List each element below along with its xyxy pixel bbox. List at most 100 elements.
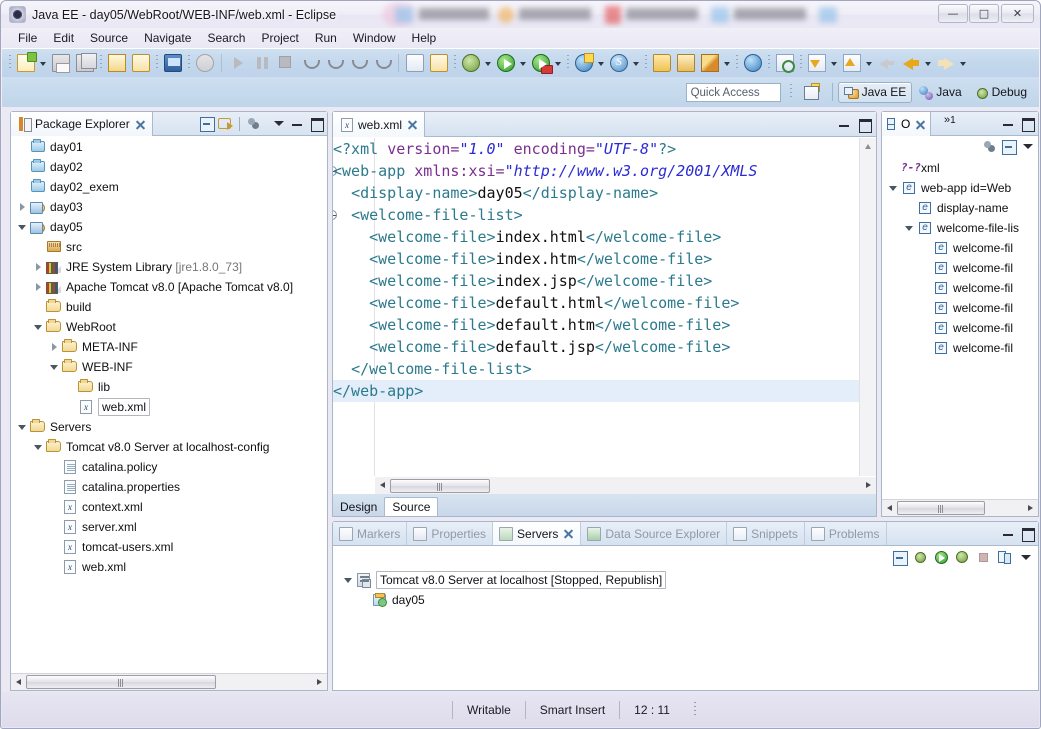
tree-row[interactable]: ?-? xml xyxy=(882,158,1038,178)
run-on-server-dropdown[interactable] xyxy=(553,52,564,74)
minimize-button[interactable]: — xyxy=(938,4,968,23)
scroll-left-icon[interactable] xyxy=(11,675,26,690)
open-task-button[interactable] xyxy=(404,52,426,74)
code-line[interactable]: 8 <welcome-file>default.html</welcome-fi… xyxy=(333,292,876,314)
code-line[interactable]: 2<web-app xmlns:xsi="http://www.w3.org/2… xyxy=(333,160,876,182)
toolbar-drag-handle-3[interactable] xyxy=(156,55,158,71)
back-button[interactable] xyxy=(900,52,922,74)
code-line[interactable]: 12</web-app> xyxy=(333,380,876,402)
maximize-icon[interactable] xyxy=(308,115,325,132)
tree-row[interactable]: Servers xyxy=(11,417,327,437)
code-line[interactable]: 9 <welcome-file>default.htm</welcome-fil… xyxy=(333,314,876,336)
perspective-debug[interactable]: Debug xyxy=(968,82,1033,103)
chevron-right-icon[interactable] xyxy=(33,262,44,273)
suspend-button[interactable] xyxy=(251,52,273,74)
open-type-button[interactable] xyxy=(651,52,673,74)
hscroll-thumb[interactable] xyxy=(26,675,216,689)
step-return-button[interactable] xyxy=(371,52,393,74)
tree-row[interactable]: web-app id=Web xyxy=(882,178,1038,198)
validate-button[interactable] xyxy=(130,52,152,74)
toolbar-drag-handle-7[interactable] xyxy=(645,55,647,71)
step-over-button[interactable] xyxy=(347,52,369,74)
toolbar-drag-handle-9[interactable] xyxy=(768,55,770,71)
menu-run[interactable]: Run xyxy=(307,29,345,47)
collapse-all-icon[interactable] xyxy=(891,549,908,566)
scroll-left-icon[interactable] xyxy=(882,501,897,516)
editor-code[interactable]: 1<?xml version="1.0" encoding="UTF-8"?>2… xyxy=(333,138,876,402)
view-menu-icon[interactable] xyxy=(1019,138,1036,155)
new-wizard-dropdown[interactable] xyxy=(38,52,49,74)
debug-server-icon[interactable] xyxy=(912,549,929,566)
tree-row[interactable]: web.xml xyxy=(11,397,327,417)
new-task-button[interactable] xyxy=(428,52,450,74)
hscroll-thumb[interactable] xyxy=(390,478,490,493)
tree-row[interactable]: welcome-fil xyxy=(882,298,1038,318)
chevron-down-icon[interactable] xyxy=(17,222,28,233)
minimize-icon[interactable] xyxy=(289,115,306,132)
start-server-icon[interactable] xyxy=(933,549,950,566)
tab-design[interactable]: Design xyxy=(333,498,384,516)
close-icon[interactable] xyxy=(135,119,146,130)
code-line[interactable]: 4 <welcome-file-list> xyxy=(333,204,876,226)
tree-row[interactable]: JRE System Library [jre1.8.0_73] xyxy=(11,257,327,277)
view-menu-icon[interactable] xyxy=(1017,549,1034,566)
hscroll-thumb[interactable] xyxy=(897,501,985,515)
tree-row[interactable]: day02 xyxy=(11,157,327,177)
toolbar-drag-handle-8[interactable] xyxy=(736,55,738,71)
tree-row[interactable]: catalina.properties xyxy=(11,477,327,497)
chevron-right-icon[interactable] xyxy=(17,202,28,213)
tab-problems[interactable]: Problems xyxy=(805,522,887,545)
tree-row[interactable]: welcome-fil xyxy=(882,338,1038,358)
tree-row[interactable]: day05 xyxy=(333,590,1038,610)
collapse-all-icon[interactable] xyxy=(1000,138,1017,155)
perspective-java-ee[interactable]: Java EE xyxy=(837,81,913,103)
menu-edit[interactable]: Edit xyxy=(45,29,82,47)
tree-row[interactable]: WebRoot xyxy=(11,317,327,337)
tree-row[interactable]: META-INF xyxy=(11,337,327,357)
tab-data-source-explorer[interactable]: Data Source Explorer xyxy=(581,522,728,545)
scroll-left-icon[interactable] xyxy=(375,478,390,493)
chevron-down-icon[interactable] xyxy=(17,422,28,433)
previous-annotation-dropdown[interactable] xyxy=(829,52,840,74)
chevron-down-icon[interactable] xyxy=(888,183,899,194)
toolbar-drag-handle-5[interactable] xyxy=(454,55,456,71)
code-line[interactable]: 1<?xml version="1.0" encoding="UTF-8"?> xyxy=(333,138,876,160)
toolbar-drag-handle-1[interactable] xyxy=(9,55,11,71)
tree-row[interactable]: day02_exem xyxy=(11,177,327,197)
maximize-icon[interactable] xyxy=(1019,525,1036,542)
debug-dropdown[interactable] xyxy=(483,52,494,74)
outline-tree[interactable]: ?-?xml web-app id=Web display-name welcome-… xyxy=(882,158,1038,494)
chevron-right-icon[interactable] xyxy=(33,282,44,293)
last-edit-location-button[interactable] xyxy=(876,52,898,74)
tree-row[interactable]: catalina.policy xyxy=(11,457,327,477)
annotation-dropdown[interactable] xyxy=(722,52,733,74)
tab-properties[interactable]: Properties xyxy=(407,522,494,545)
previous-annotation-button[interactable] xyxy=(806,52,828,74)
collapse-all-icon[interactable] xyxy=(198,115,215,132)
new-server-button[interactable] xyxy=(608,52,630,74)
scroll-right-icon[interactable] xyxy=(1023,501,1038,516)
package-explorer-hscrollbar[interactable] xyxy=(11,673,327,690)
editor-hscrollbar[interactable] xyxy=(375,477,876,494)
minimize-icon[interactable] xyxy=(1000,115,1017,132)
run-button[interactable] xyxy=(495,52,517,74)
open-perspective-icon[interactable] xyxy=(801,82,821,102)
menu-window[interactable]: Window xyxy=(345,29,404,47)
code-line[interactable]: 5 <welcome-file>index.html</welcome-file… xyxy=(333,226,876,248)
run-on-server-button[interactable] xyxy=(530,52,553,74)
menu-project[interactable]: Project xyxy=(253,29,306,47)
tree-row[interactable]: WEB-INF xyxy=(11,357,327,377)
maximize-icon[interactable] xyxy=(1019,115,1036,132)
new-dynamic-web-project-button[interactable] xyxy=(573,52,595,74)
new-server-dropdown[interactable] xyxy=(631,52,642,74)
quick-access-input[interactable]: Quick Access xyxy=(685,82,781,102)
terminate-button[interactable] xyxy=(275,52,297,74)
tree-row[interactable]: tomcat-users.xml xyxy=(11,537,327,557)
step-into-button[interactable] xyxy=(323,52,345,74)
minimize-icon[interactable] xyxy=(836,116,853,133)
disconnect-button[interactable] xyxy=(299,52,321,74)
search-button[interactable] xyxy=(774,52,796,74)
back-dropdown[interactable] xyxy=(923,52,934,74)
tab-servers[interactable]: Servers xyxy=(493,522,582,545)
code-line[interactable]: 6 <welcome-file>index.htm</welcome-file> xyxy=(333,248,876,270)
